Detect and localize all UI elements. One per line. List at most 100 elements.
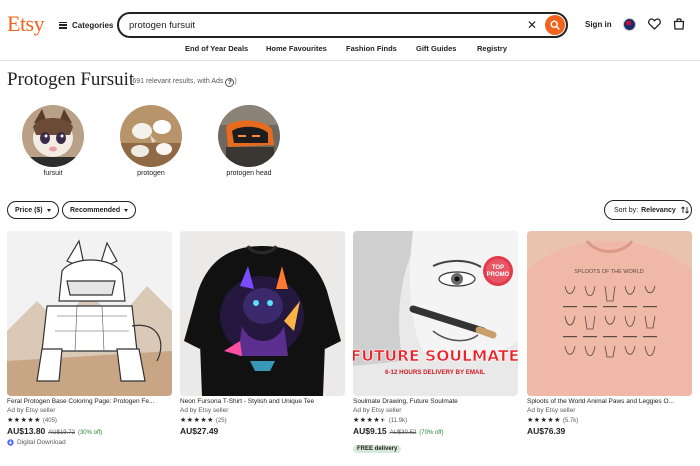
star-icon: ★ [193,417,200,424]
price-line: AU$9.15 AU$30.52 (70% off) [353,426,518,437]
star-icon: ★ [366,417,373,424]
price: AU$13.80 [7,426,46,436]
ad-label: Ad by Etsy seller [353,407,402,414]
review-count: (25) [215,417,227,424]
cart-bag-icon[interactable] [673,17,685,30]
future-soulmate-headline: FUTURE SOULMATE [353,347,518,365]
recommended-filter-label: Recommended [70,206,121,214]
related-label: protogen head [226,170,272,177]
discount: (70% off) [419,430,444,436]
chevron-down-icon [46,208,51,212]
sort-value: Relevancy [641,206,676,214]
listing-image[interactable]: SPLOOTS OF THE WORLD [527,231,692,396]
search-button[interactable] [545,15,565,35]
price-line: AU$76.39 [527,426,692,437]
nav-end-of-year-deals[interactable]: End of Year Deals [185,44,248,53]
listing-image[interactable] [180,231,345,396]
search-input[interactable] [129,18,509,32]
star-icon: ★ [353,417,360,424]
related-search-protogen-head[interactable]: protogen head [218,105,280,177]
star-icon: ★ [180,417,187,424]
digital-download-note: Digital Download [7,439,172,446]
shirt-heading-text: SPLOOTS OF THE WORLD [574,269,644,275]
star-icon: ★ [533,417,541,424]
listing-title[interactable]: Neon Fursona T-Shirt - Stylish and Uniqu… [180,398,345,407]
star-icon: ★ [540,417,547,424]
sort-prefix: Sort by: [614,206,639,214]
nav-gift-guides[interactable]: Gift Guides [416,44,456,53]
protogen-head-thumbnail [218,105,280,167]
top-nav: End of Year Deals Home Favourites Fashio… [0,41,700,61]
listing-card[interactable]: TOP PROMO FUTURE SOULMATE 6-12 HOURS DEL… [353,231,518,455]
price-filter-label: Price ($) [15,206,43,214]
star-icon: ★ [554,417,561,424]
results-count: (691 relevant results, with Ads ?) [130,78,237,87]
related-label: protogen [137,170,165,177]
listing-title[interactable]: Feral Protogen Base Coloring Page: Proto… [7,398,172,407]
star-rating: ★ ★ ★ ★ ★ (405) [7,416,172,425]
search-icon [550,20,560,30]
ads-help-icon[interactable]: ? [225,78,235,87]
star-icon: ★ [359,417,367,424]
star-icon: ★ [20,417,27,424]
original-price: AU$30.52 [389,430,417,436]
ad-label: Ad by Etsy seller [527,407,576,414]
listing-title[interactable]: Soulmate Drawing, Future Soulmate [353,398,518,407]
price: AU$76.39 [527,426,566,436]
search-bar: ✕ [117,12,568,38]
star-icon: ★ [186,417,194,424]
page-title: Protogen Fursuit [7,69,135,90]
listing-card[interactable]: Feral Protogen Base Coloring Page: Proto… [7,231,172,446]
nav-registry[interactable]: Registry [477,44,507,53]
related-label: fursuit [43,170,63,177]
site-header: Etsy Categories ✕ Sign in [0,0,700,41]
related-search-fursuit[interactable]: fursuit [22,105,84,177]
nav-fashion-finds[interactable]: Fashion Finds [346,44,397,53]
digital-download-label: Digital Download [17,439,66,446]
delivery-subtext: 6-12 HOURS DELIVERY BY EMAIL [385,369,485,376]
promo-top-text: TOP [492,265,504,271]
listing-card[interactable]: Neon Fursona T-Shirt - Stylish and Uniqu… [180,231,345,437]
recommended-filter-button[interactable]: Recommended [62,201,137,219]
half-star-icon: ★ [380,417,387,424]
free-delivery-badge: FREE delivery [353,445,402,453]
star-rating: ★ ★ ★ ★ ★ (25) [180,416,345,425]
ad-label: Ad by Etsy seller [180,407,229,414]
results-text: (691 relevant results, with Ads [130,78,224,85]
etsy-logo[interactable]: Etsy [7,11,45,37]
categories-label: Categories [72,20,114,30]
favorites-heart-icon[interactable] [648,18,661,30]
chevron-down-icon [124,208,129,212]
discount: (30% off) [77,430,103,436]
sort-arrows-icon [680,206,689,214]
star-rating: ★ ★ ★ ★ ★ (11.9k) [353,416,518,425]
star-icon: ★ [207,417,214,424]
review-count: (11.9k) [388,417,408,424]
star-icon: ★ [547,417,554,424]
star-icon: ★ [7,417,14,424]
price-line: AU$13.80 AU$19.72 (30% off) [7,426,172,437]
categories-button[interactable]: Categories [59,17,113,33]
price: AU$27.49 [180,426,219,436]
menu-icon [59,21,67,29]
fursuit-thumbnail [22,105,84,167]
listing-image[interactable] [7,231,172,396]
price: AU$9.15 [353,426,387,436]
promo-bottom-text: PROMO [487,272,510,278]
nav-home-favourites[interactable]: Home Favourites [266,44,327,53]
star-icon: ★ [200,417,207,424]
price-line: AU$27.49 [180,426,345,437]
price-filter-button[interactable]: Price ($) [7,201,59,219]
clear-search-icon[interactable]: ✕ [523,16,541,34]
listing-image[interactable]: TOP PROMO FUTURE SOULMATE 6-12 HOURS DEL… [353,231,518,396]
listing-card[interactable]: SPLOOTS OF THE WORLD Sploots of the Worl… [527,231,692,437]
ad-label: Ad by Etsy seller [7,407,56,414]
listing-title[interactable]: Sploots of the World Animal Paws and Leg… [527,398,692,407]
protogen-thumbnail [120,105,182,167]
star-icon: ★ [13,417,21,424]
review-count: (5.7k) [562,417,579,424]
sign-in-link[interactable]: Sign in [585,20,612,29]
region-flag-icon[interactable] [623,18,636,31]
sort-button[interactable]: Sort by: Relevancy [604,200,692,220]
related-search-protogen[interactable]: protogen [120,105,182,177]
